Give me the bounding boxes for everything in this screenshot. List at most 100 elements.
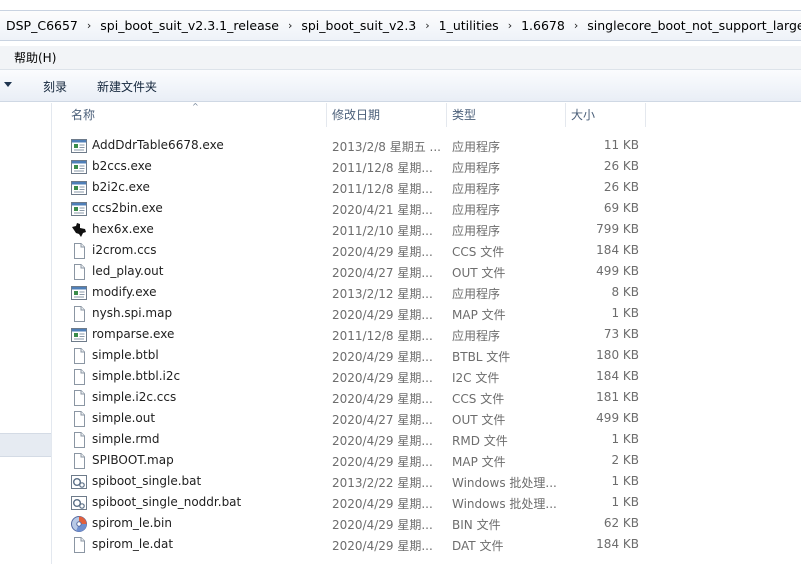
file-type: BIN 文件 (452, 518, 501, 532)
breadcrumb-separator-icon[interactable]: › (288, 19, 292, 32)
column-size-header[interactable]: 大小 (566, 103, 646, 127)
menu-help[interactable]: 帮助(H) (14, 49, 56, 66)
file-date: 2011/2/10 星期... (332, 224, 433, 238)
file-date: 2020/4/29 星期... (332, 245, 433, 259)
file-size: 1 KB (611, 495, 639, 509)
breadcrumb-item-suit[interactable]: spi_boot_suit_v2.3 (301, 18, 416, 33)
breadcrumb-separator-icon[interactable]: › (425, 19, 429, 32)
file-name: ccs2bin.exe (92, 201, 163, 215)
file-date: 2013/2/22 星期... (332, 476, 433, 490)
file-size: 73 KB (603, 327, 639, 341)
file-icon (71, 432, 87, 448)
file-name: AddDdrTable6678.exe (92, 138, 224, 152)
new-folder-button[interactable]: 新建文件夹 (97, 78, 157, 95)
file-date: 2020/4/29 星期... (332, 497, 433, 511)
file-type: 应用程序 (452, 329, 501, 343)
column-type-header[interactable]: 类型 (447, 103, 566, 127)
file-size: 1 KB (611, 474, 639, 488)
file-date: 2020/4/21 星期... (332, 203, 433, 217)
file-type: BTBL 文件 (452, 350, 511, 364)
file-row[interactable]: hex6x.exe 2011/2/10 星期... 应用程序 799 KB (67, 219, 647, 240)
navigation-pane[interactable] (0, 103, 52, 564)
exe-icon (71, 327, 87, 343)
file-icon (71, 369, 87, 385)
exe-icon (71, 201, 87, 217)
file-type: 应用程序 (452, 182, 501, 196)
burn-button[interactable]: 刻录 (43, 78, 67, 95)
file-date: 2020/4/29 星期... (332, 539, 433, 553)
file-row[interactable]: simple.rmd 2020/4/29 星期... RMD 文件 1 KB (67, 429, 647, 450)
file-type: Windows 批处理... (452, 497, 557, 511)
file-type: 应用程序 (452, 140, 501, 154)
file-icon (71, 411, 87, 427)
file-date: 2020/4/29 星期... (332, 371, 433, 385)
file-row[interactable]: ccs2bin.exe 2020/4/21 星期... 应用程序 69 KB (67, 198, 647, 219)
file-size: 11 KB (603, 138, 639, 152)
breadcrumb-separator-icon[interactable]: › (508, 19, 512, 32)
toolbar-dropdown-arrow-icon[interactable] (4, 82, 12, 87)
file-row[interactable]: romparse.exe 2011/12/8 星期... 应用程序 73 KB (67, 324, 647, 345)
address-bar[interactable]: DSP_C6657 › spi_boot_suit_v2.3.1_release… (0, 10, 801, 41)
file-row[interactable]: spirom_le.bin 2020/4/29 星期... BIN 文件 62 KB (67, 513, 647, 534)
column-header: ^ 名称 修改日期 类型 大小 (53, 102, 801, 127)
file-name: spirom_le.dat (92, 537, 174, 551)
file-row[interactable]: modify.exe 2013/2/12 星期... 应用程序 8 KB (67, 282, 647, 303)
file-row[interactable]: nysh.spi.map 2020/4/29 星期... MAP 文件 1 KB (67, 303, 647, 324)
file-type: OUT 文件 (452, 266, 506, 280)
file-row[interactable]: simple.btbl.i2c 2020/4/29 星期... I2C 文件 184 … (67, 366, 647, 387)
file-row[interactable]: b2ccs.exe 2011/12/8 星期... 应用程序 26 KB (67, 156, 647, 177)
file-row[interactable]: spiboot_single.bat 2013/2/22 星期... Windows… (67, 471, 647, 492)
file-name: hex6x.exe (92, 222, 154, 236)
file-row[interactable]: i2crom.ccs 2020/4/29 星期... CCS 文件 184 KB (67, 240, 647, 261)
file-date: 2020/4/29 星期... (332, 392, 433, 406)
file-icon (71, 453, 87, 469)
file-icon (71, 264, 87, 280)
file-date: 2020/4/27 星期... (332, 266, 433, 280)
breadcrumb-separator-icon[interactable]: › (574, 19, 578, 32)
file-size: 180 KB (596, 348, 639, 362)
file-type: MAP 文件 (452, 308, 506, 322)
file-date: 2011/12/8 星期... (332, 182, 433, 196)
breadcrumb-item-current[interactable]: singlecore_boot_not_support_large_binary (587, 18, 801, 33)
file-size: 184 KB (596, 243, 639, 257)
file-size: 499 KB (596, 411, 639, 425)
file-name: simple.btbl (92, 348, 159, 362)
file-type: 应用程序 (452, 161, 501, 175)
exe-icon (71, 180, 87, 196)
file-row[interactable]: simple.i2c.ccs 2020/4/29 星期... CCS 文件 181 K… (67, 387, 647, 408)
file-name: b2i2c.exe (92, 180, 150, 194)
toolbar: 刻录 新建文件夹 (0, 70, 801, 102)
file-type: CCS 文件 (452, 245, 505, 259)
column-date-header[interactable]: 修改日期 (327, 103, 447, 127)
bat-icon (71, 474, 87, 490)
breadcrumb-item-dsp-c6657[interactable]: DSP_C6657 (6, 18, 78, 33)
file-type: 应用程序 (452, 287, 501, 301)
breadcrumb-item-release[interactable]: spi_boot_suit_v2.3.1_release (100, 18, 279, 33)
file-list-pane: ^ 名称 修改日期 类型 大小 AddDdrTable6678.exe 2013/… (53, 102, 801, 564)
nav-selected-item[interactable] (0, 433, 51, 457)
file-row[interactable]: AddDdrTable6678.exe 2013/2/8 星期五 ... 应用程序 1… (67, 135, 647, 156)
file-icon (71, 348, 87, 364)
file-row[interactable]: led_play.out 2020/4/27 星期... OUT 文件 499 KB (67, 261, 647, 282)
file-row[interactable]: b2i2c.exe 2011/12/8 星期... 应用程序 26 KB (67, 177, 647, 198)
exe-icon (71, 138, 87, 154)
file-size: 26 KB (603, 159, 639, 173)
file-size: 2 KB (611, 453, 639, 467)
file-size: 1 KB (611, 432, 639, 446)
column-name-header[interactable]: 名称 (66, 103, 327, 127)
file-row[interactable]: SPIBOOT.map 2020/4/29 星期... MAP 文件 2 KB (67, 450, 647, 471)
file-row[interactable]: simple.out 2020/4/27 星期... OUT 文件 499 KB (67, 408, 647, 429)
breadcrumb-item-6678[interactable]: 1.6678 (521, 18, 565, 33)
file-date: 2020/4/27 星期... (332, 413, 433, 427)
file-size: 26 KB (603, 180, 639, 194)
file-date: 2020/4/29 星期... (332, 518, 433, 532)
file-row[interactable]: simple.btbl 2020/4/29 星期... BTBL 文件 180 KB (67, 345, 647, 366)
file-icon (71, 243, 87, 259)
file-row[interactable]: spirom_le.dat 2020/4/29 星期... DAT 文件 184 KB (67, 534, 647, 555)
breadcrumb-separator-icon[interactable]: › (87, 19, 91, 32)
file-name: spiboot_single_noddr.bat (92, 495, 242, 509)
file-type: CCS 文件 (452, 392, 505, 406)
breadcrumb-item-utilities[interactable]: 1_utilities (439, 18, 499, 33)
bin-icon (71, 516, 87, 532)
file-row[interactable]: spiboot_single_noddr.bat 2020/4/29 星期... W… (67, 492, 647, 513)
